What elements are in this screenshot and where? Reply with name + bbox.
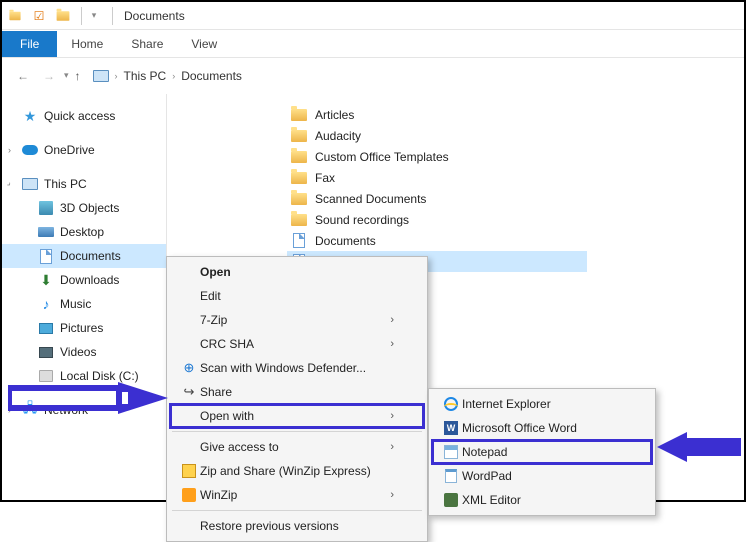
chevron-right-icon: › [390,314,394,326]
file-row[interactable]: Custom Office Templates [287,146,744,167]
chevron-right-icon: › [390,338,394,350]
pc-icon [22,176,38,192]
ribbon-tabs: File Home Share View [2,30,744,58]
folder-icon [291,170,307,186]
folder-icon [291,191,307,207]
file-row[interactable]: Sound recordings [287,209,744,230]
notepad-icon [440,445,462,459]
nav-back-button[interactable]: ← [12,65,34,87]
ctx-separator [172,510,422,511]
dropdown-toggle-icon[interactable]: ▾ [85,7,103,25]
open-with-submenu: Internet Explorer WMicrosoft Office Word… [428,388,656,516]
star-icon: ★ [22,108,38,124]
submenu-wordpad[interactable]: WordPad [432,464,652,488]
window-title: Documents [124,9,185,23]
sidebar-item-onedrive[interactable]: › OneDrive [2,138,166,162]
folder-open-icon[interactable] [54,7,72,25]
tab-view[interactable]: View [177,31,231,57]
chevron-right-icon: › [8,405,11,415]
ctx-open-with[interactable]: Open with› [170,404,424,428]
quick-save-icon[interactable]: ☑ [30,7,48,25]
navigation-sidebar: ★ Quick access › OneDrive › This PC 3D O… [2,94,167,500]
folder-small-icon [6,7,24,25]
chevron-down-icon: › [5,179,14,188]
chevron-right-icon: › [390,441,394,453]
folder-icon [291,107,307,123]
address-bar-row: ← → ▾ ↑ › This PC › Documents [2,58,744,94]
submenu-notepad[interactable]: Notepad [432,440,652,464]
pictures-icon [38,320,54,336]
ctx-share[interactable]: ↪Share [170,380,424,404]
ctx-separator [172,431,422,432]
sidebar-item-3d-objects[interactable]: 3D Objects [2,196,166,220]
share-icon: ↪ [178,384,200,400]
ctx-winzip[interactable]: WinZip› [170,483,424,507]
music-icon: ♪ [38,296,54,312]
nav-recent-dropdown[interactable]: ▾ [64,70,69,81]
breadcrumb-thispc[interactable]: This PC [124,69,167,83]
chevron-right-icon: › [172,71,175,81]
tab-home[interactable]: Home [57,31,117,57]
sidebar-item-music[interactable]: ♪ Music [2,292,166,316]
ctx-crc-sha[interactable]: CRC SHA› [170,332,424,356]
ctx-defender[interactable]: ⊕Scan with Windows Defender... [170,356,424,380]
file-row[interactable]: Fax [287,167,744,188]
tab-file[interactable]: File [2,31,57,57]
submenu-word[interactable]: WMicrosoft Office Word [432,416,652,440]
3d-objects-icon [38,200,54,216]
network-icon: 🖧 [22,402,38,418]
ctx-7zip[interactable]: 7-Zip› [170,308,424,332]
breadcrumb[interactable]: › This PC › Documents [93,68,242,84]
sidebar-item-quick-access[interactable]: ★ Quick access [2,104,166,128]
wordpad-icon [440,469,462,483]
title-bar: ☑ ▾ Documents [2,2,744,30]
file-row[interactable]: Scanned Documents [287,188,744,209]
sidebar-item-local-disk[interactable]: Local Disk (C:) [2,364,166,388]
internet-explorer-icon [440,397,462,411]
document-icon [291,233,307,249]
pc-icon [93,68,109,84]
sidebar-item-documents[interactable]: Documents [2,244,166,268]
sidebar-item-videos[interactable]: Videos [2,340,166,364]
ctx-give-access[interactable]: Give access to› [170,435,424,459]
word-icon: W [440,421,462,435]
sidebar-item-downloads[interactable]: ⬇ Downloads [2,268,166,292]
sidebar-item-desktop[interactable]: Desktop [2,220,166,244]
winzip-icon [178,464,200,478]
file-row[interactable]: Articles [287,104,744,125]
disk-icon [38,368,54,384]
nav-forward-button[interactable]: → [38,65,60,87]
chevron-right-icon: › [390,489,394,501]
sidebar-item-pictures[interactable]: Pictures [2,316,166,340]
file-row[interactable]: Audacity [287,125,744,146]
ctx-zip-share[interactable]: Zip and Share (WinZip Express) [170,459,424,483]
context-menu: Open Edit 7-Zip› CRC SHA› ⊕Scan with Win… [166,256,428,542]
sidebar-item-network[interactable]: › 🖧 Network [2,398,166,422]
ctx-edit[interactable]: Edit [170,284,424,308]
breadcrumb-documents[interactable]: Documents [181,69,242,83]
folder-icon [291,149,307,165]
nav-up-button[interactable]: ↑ [75,69,81,83]
submenu-ie[interactable]: Internet Explorer [432,392,652,416]
document-icon [38,248,54,264]
shield-icon: ⊕ [178,360,200,376]
winzip-icon [178,488,200,502]
ctx-open[interactable]: Open [170,260,424,284]
xml-editor-icon [440,493,462,507]
folder-icon [291,128,307,144]
sidebar-item-this-pc[interactable]: › This PC [2,172,166,196]
videos-icon [38,344,54,360]
file-row[interactable]: Documents [287,230,744,251]
folder-icon [291,212,307,228]
download-icon: ⬇ [38,272,54,288]
tab-share[interactable]: Share [117,31,177,57]
chevron-right-icon: › [8,145,11,155]
chevron-right-icon: › [115,71,118,81]
submenu-xml-editor[interactable]: XML Editor [432,488,652,512]
onedrive-icon [22,142,38,158]
chevron-right-icon: › [390,410,394,422]
desktop-icon [38,224,54,240]
ctx-restore-versions[interactable]: Restore previous versions [170,514,424,538]
